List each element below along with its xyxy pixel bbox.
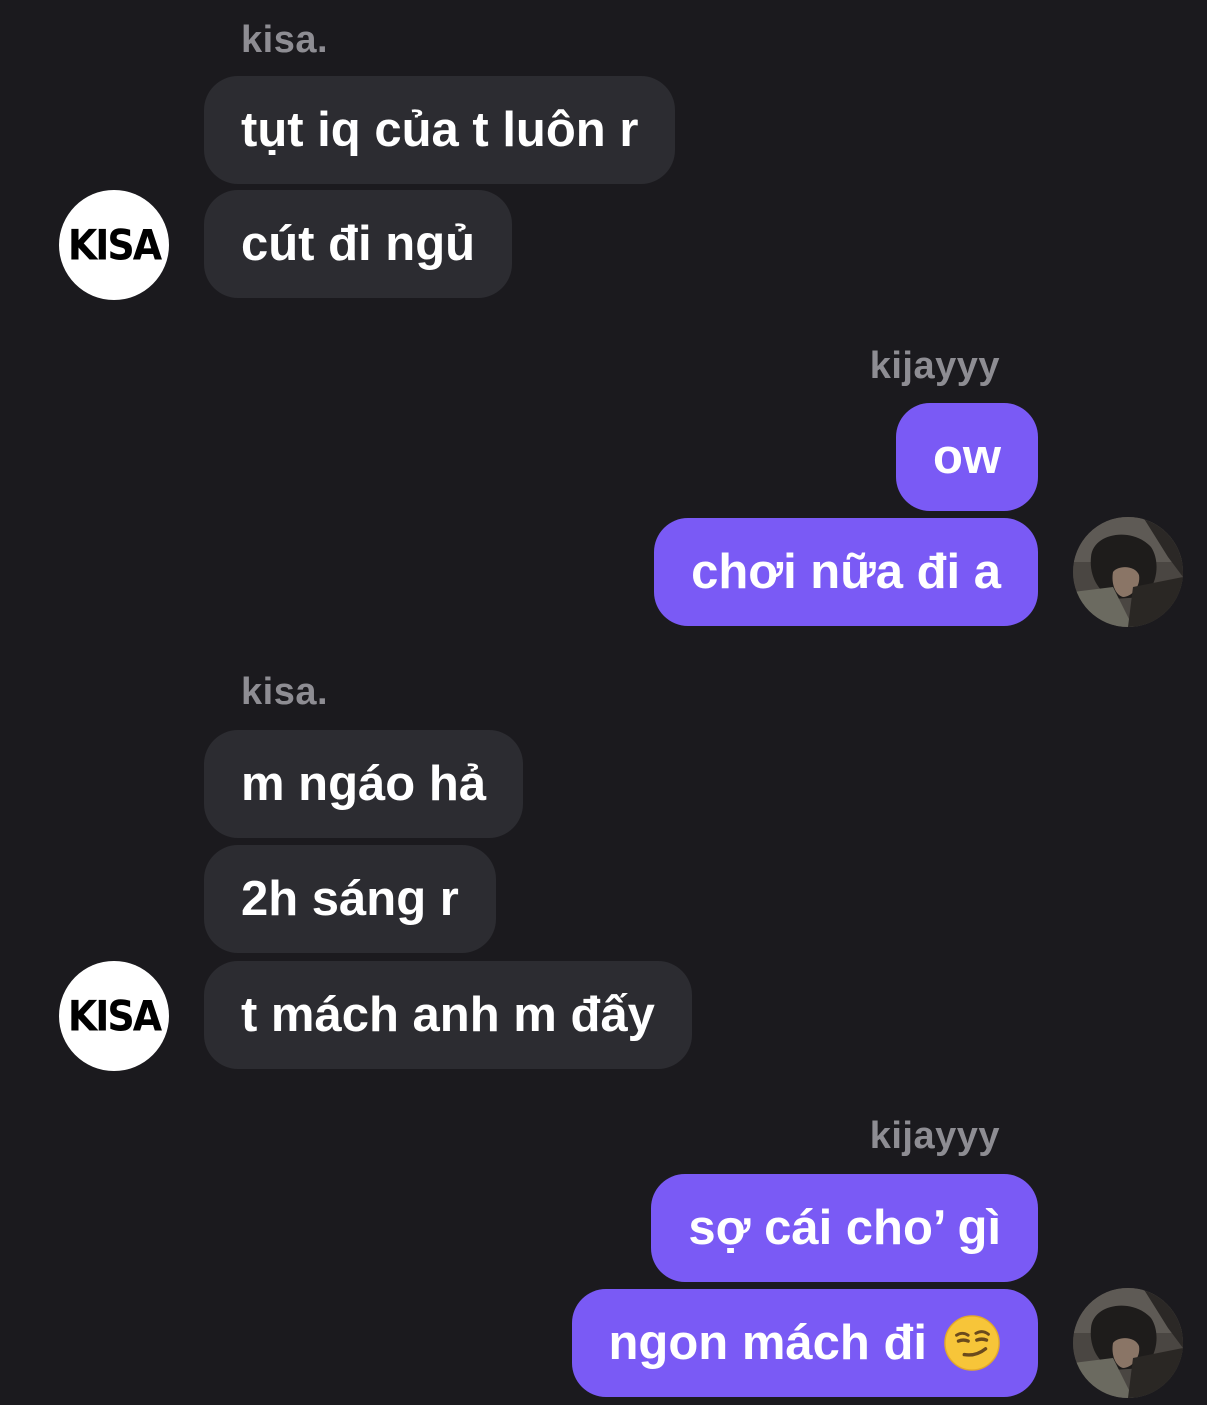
avatar[interactable] (1073, 517, 1183, 627)
message-text: sợ cái cho’ gì (688, 1201, 1001, 1255)
avatar[interactable]: KISA (59, 961, 169, 1071)
sender-name: kisa. (241, 671, 329, 713)
message-text: chơi nữa đi a (691, 545, 1001, 599)
message-text: tụt iq của t luôn r (241, 103, 639, 157)
message-text: t mách anh m đấy (241, 988, 655, 1042)
sender-name: kijayyy (869, 345, 1000, 387)
outgoing-message[interactable]: chơi nữa đi a (654, 518, 1038, 626)
avatar[interactable] (1073, 1288, 1183, 1398)
kisa-logo-icon: KISA (67, 991, 162, 1041)
outgoing-message[interactable]: sợ cái cho’ gì (651, 1174, 1038, 1282)
outgoing-message[interactable]: ow (895, 403, 1038, 511)
sender-name: kijayyy (869, 1115, 1000, 1157)
kisa-logo-icon: KISA (67, 220, 162, 270)
message-text: ngon mách đi (608, 1316, 928, 1370)
incoming-message[interactable]: tụt iq của t luôn r (204, 76, 676, 184)
message-text: ow (932, 430, 1001, 484)
avatar[interactable]: KISA (59, 190, 169, 300)
profile-photo-icon (1073, 517, 1183, 627)
outgoing-message[interactable]: ngon mách đi (571, 1289, 1038, 1397)
incoming-message[interactable]: 2h sáng r (204, 845, 496, 953)
message-text: 2h sáng r (241, 872, 459, 926)
message-text: m ngáo hả (241, 757, 487, 811)
profile-photo-icon (1073, 1288, 1183, 1398)
incoming-message[interactable]: t mách anh m đấy (204, 961, 692, 1069)
incoming-message[interactable]: cút đi ngủ (204, 190, 513, 298)
sender-name: kisa. (241, 19, 329, 61)
incoming-message[interactable]: m ngáo hả (204, 730, 524, 838)
message-text: cút đi ngủ (241, 217, 476, 271)
smirking-face-emoji-icon (944, 1315, 1000, 1371)
